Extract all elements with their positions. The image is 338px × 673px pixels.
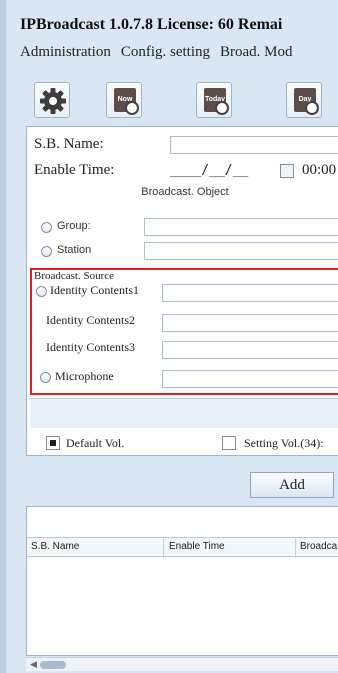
group-label: Group: <box>57 220 91 232</box>
menu-broad-mod[interactable]: Broad. Mod <box>220 44 293 70</box>
sb-name-input[interactable] <box>170 136 338 154</box>
scroll-thumb[interactable] <box>40 661 66 669</box>
add-button[interactable]: Add <box>250 472 334 498</box>
now-schedule-button[interactable]: Now <box>106 82 142 118</box>
default-vol-label: Default Vol. <box>66 436 125 450</box>
group-radio[interactable] <box>41 222 52 233</box>
station-radio[interactable] <box>41 246 52 257</box>
identity3-input[interactable] <box>162 341 338 359</box>
enable-date-input[interactable]: ____/__/__ <box>170 163 248 178</box>
identity1-label: Identity Contents1 <box>50 283 139 297</box>
menu-bar: Administration Config. setting Broad. Mo… <box>20 44 338 70</box>
settings-button[interactable] <box>34 82 70 118</box>
setting-vol-checkbox[interactable] <box>222 436 236 450</box>
clock-icon <box>305 101 319 115</box>
enable-time-input[interactable]: 00:00 <box>302 162 336 179</box>
station-label: Station <box>57 244 92 256</box>
microphone-label: Microphone <box>55 369 114 383</box>
app-window: IPBroadcast 1.0.7.8 License: 60 Remai Ad… <box>0 0 338 673</box>
day-schedule-button[interactable]: Day <box>286 82 322 118</box>
list-header: S.B. Name Enable Time Broadca <box>27 537 338 558</box>
col-sb-name[interactable]: S.B. Name <box>31 541 79 552</box>
setting-vol-label: Setting Vol.(34): <box>244 436 324 450</box>
group-input[interactable] <box>144 218 338 236</box>
today-schedule-button[interactable]: Today <box>196 82 232 118</box>
microphone-input[interactable] <box>162 370 338 388</box>
identity1-input[interactable] <box>162 284 338 302</box>
enable-time-label: Enable Time: <box>34 162 115 178</box>
date-picker-button[interactable] <box>280 164 294 178</box>
scroll-left-icon[interactable]: ◀ <box>30 660 37 670</box>
clock-icon <box>215 101 229 115</box>
horizontal-scrollbar[interactable]: ◀ <box>26 657 338 671</box>
column-divider <box>163 538 164 558</box>
identity3-label: Identity Contents3 <box>46 340 135 354</box>
schedule-list: S.B. Name Enable Time Broadca <box>26 506 338 656</box>
default-vol-checkbox[interactable] <box>46 436 60 450</box>
menu-administration[interactable]: Administration <box>20 44 111 70</box>
broadcast-source-title: Broadcast. Source <box>34 270 115 282</box>
identity2-input[interactable] <box>162 314 338 332</box>
volume-strip <box>30 398 338 428</box>
menu-config-setting[interactable]: Config. setting <box>121 44 210 70</box>
col-enable-time[interactable]: Enable Time <box>169 541 225 552</box>
broadcast-object-title: Broadcast. Object <box>141 186 229 198</box>
identity1-radio[interactable] <box>36 286 47 297</box>
clock-icon <box>125 101 139 115</box>
identity2-label: Identity Contents2 <box>46 313 135 327</box>
gear-icon <box>40 88 66 114</box>
sb-name-label: S.B. Name: <box>34 136 104 152</box>
station-input[interactable] <box>144 242 338 260</box>
microphone-radio[interactable] <box>40 372 51 383</box>
column-divider <box>295 538 296 558</box>
toolbar: Now Today Day <box>20 82 338 118</box>
window-title: IPBroadcast 1.0.7.8 License: 60 Remai <box>20 16 283 33</box>
col-broadcast[interactable]: Broadca <box>300 541 337 552</box>
